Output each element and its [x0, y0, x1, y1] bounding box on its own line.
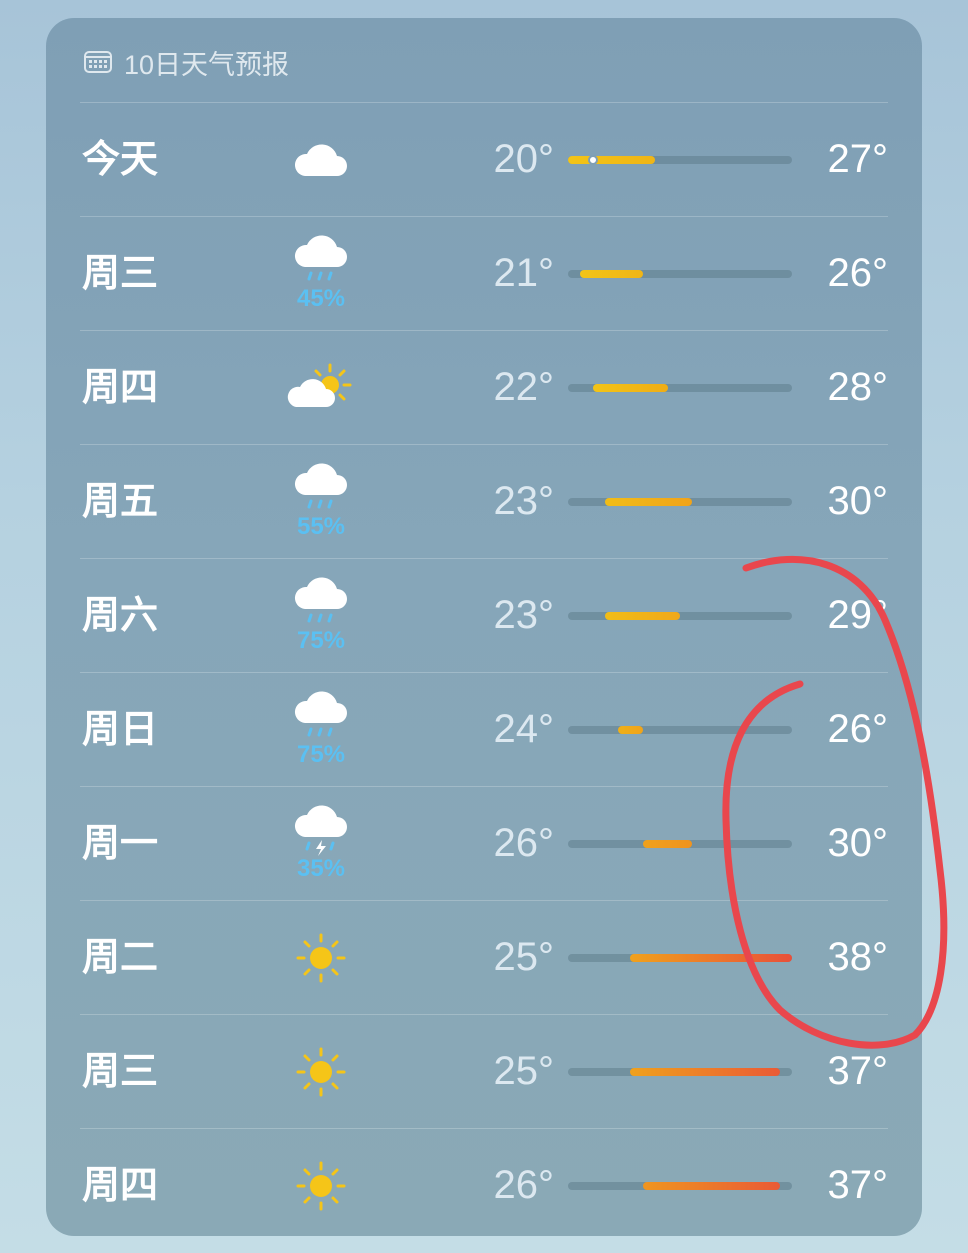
calendar-icon [84, 51, 112, 73]
day-label: 周二 [82, 935, 159, 979]
forecast-row[interactable]: 周二 25° 38° [80, 900, 888, 1014]
high-temp: 26° [827, 251, 889, 295]
cloud-rain-icon [291, 690, 351, 743]
weather-icon-cell [276, 1129, 366, 1236]
temp-range-bar [568, 155, 792, 165]
forecast-row[interactable]: 周四 22° 28° [80, 330, 888, 444]
high-temp: 26° [827, 707, 889, 751]
high-temp: 30° [827, 479, 889, 523]
sun-icon [295, 1046, 347, 1098]
temp-range-bar [568, 954, 792, 962]
cloud-rain-icon [291, 234, 351, 287]
forecast-row[interactable]: 周三 45% 21° 26° [80, 216, 888, 330]
low-temp: 26° [493, 1163, 555, 1207]
precip-chance: 75% [296, 626, 346, 654]
low-temp: 24° [493, 707, 555, 751]
temp-range-bar [568, 840, 792, 848]
temp-range-fill [642, 840, 693, 848]
weather-icon-cell [276, 103, 366, 216]
low-temp: 23° [493, 593, 555, 637]
forecast-row[interactable]: 周六 75% 23° 29° [80, 558, 888, 672]
high-temp: 37° [827, 1163, 889, 1207]
precip-chance: 45% [296, 284, 346, 312]
temp-range-fill [630, 1068, 780, 1076]
weather-icon-cell: 75% [276, 559, 366, 672]
temp-range-fill [630, 954, 792, 962]
high-temp: 27° [827, 137, 889, 181]
low-temp: 25° [493, 935, 555, 979]
cloud-rain-icon [291, 576, 351, 629]
sun-icon [295, 932, 347, 984]
sun-icon [295, 1160, 347, 1212]
temp-range-bar [568, 384, 792, 392]
forecast-row[interactable]: 今天 20° 27° [80, 102, 888, 216]
weather-icon-cell: 75% [276, 673, 366, 786]
cloud-rain-icon [291, 462, 351, 515]
high-temp: 28° [827, 365, 889, 409]
day-label: 周一 [82, 821, 159, 865]
temp-range-bar [568, 1068, 792, 1076]
day-label: 周四 [82, 365, 159, 409]
temp-range-fill [568, 156, 656, 164]
weather-icon-cell [276, 901, 366, 1014]
ten-day-forecast-card[interactable]: 10日天气预报 今天 20° 27° 周三 45% 21° 26° 周四 22° 28° 周五 55%… [46, 18, 922, 1236]
high-temp: 30° [827, 821, 889, 865]
cloud-bolt-rain-icon [291, 804, 351, 857]
forecast-row[interactable]: 周日 75% 24° 26° [80, 672, 888, 786]
day-label: 周四 [82, 1163, 159, 1207]
day-label: 周日 [82, 707, 159, 751]
precip-chance: 35% [296, 854, 346, 882]
low-temp: 22° [493, 365, 555, 409]
weather-icon-cell: 35% [276, 787, 366, 900]
temp-range-bar [568, 1182, 792, 1190]
temp-range-bar [568, 612, 792, 620]
weather-icon-cell: 55% [276, 445, 366, 558]
temp-range-bar [568, 726, 792, 734]
day-label: 周三 [82, 251, 159, 295]
temp-range-fill [617, 726, 643, 734]
low-temp: 26° [493, 821, 555, 865]
weather-icon-cell [276, 331, 366, 444]
low-temp: 23° [493, 479, 555, 523]
forecast-row[interactable]: 周三 25° 37° [80, 1014, 888, 1128]
high-temp: 29° [827, 593, 889, 637]
temp-range-fill [642, 1182, 780, 1190]
low-temp: 20° [493, 137, 555, 181]
weather-icon-cell: 45% [276, 217, 366, 330]
forecast-row[interactable]: 周一 35% 26° 30° [80, 786, 888, 900]
forecast-header: 10日天气预报 [84, 44, 289, 80]
temp-range-fill [592, 384, 668, 392]
forecast-title: 10日天气预报 [124, 49, 290, 80]
precip-chance: 75% [296, 740, 346, 768]
cloud-sun-icon [286, 363, 356, 413]
forecast-row[interactable]: 周五 55% 23° 30° [80, 444, 888, 558]
high-temp: 37° [827, 1049, 889, 1093]
low-temp: 21° [493, 251, 555, 295]
low-temp: 25° [493, 1049, 555, 1093]
precip-chance: 55% [296, 512, 346, 540]
temp-range-bar [568, 270, 792, 278]
temp-range-fill [605, 498, 693, 506]
high-temp: 38° [827, 935, 889, 979]
day-label: 周三 [82, 1049, 159, 1093]
current-temp-dot [587, 155, 598, 165]
day-label: 周五 [82, 479, 159, 523]
forecast-list: 今天 20° 27° 周三 45% 21° 26° 周四 22° 28° 周五 55% 23° 30° 周六… [80, 102, 888, 1236]
temp-range-fill [580, 270, 643, 278]
weather-icon-cell [276, 1015, 366, 1128]
day-label: 周六 [82, 593, 159, 637]
temp-range-fill [605, 612, 680, 620]
forecast-row[interactable]: 周四 26° 37° [80, 1128, 888, 1236]
cloud-icon [291, 138, 351, 182]
temp-range-bar [568, 498, 792, 506]
day-label: 今天 [82, 137, 159, 181]
